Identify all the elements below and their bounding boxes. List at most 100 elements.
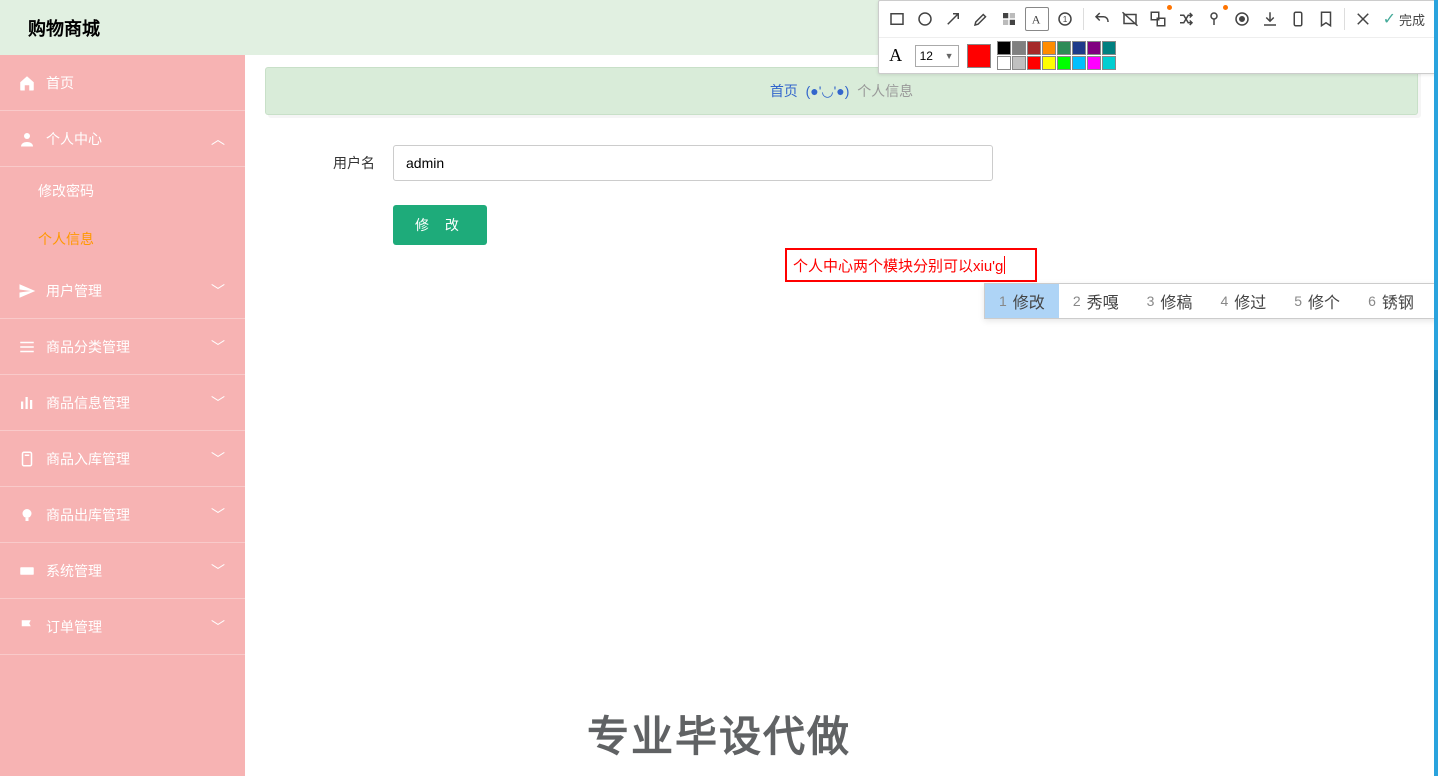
color-swatch[interactable] (1087, 41, 1101, 55)
color-swatch[interactable] (1012, 41, 1026, 55)
ime-candidate-4[interactable]: 4修过 (1206, 284, 1280, 318)
sidebar-item-system[interactable]: 系统管理 ﹀ (0, 543, 245, 599)
sidebar-subitem-label: 个人信息 (38, 229, 94, 249)
color-swatch[interactable] (1027, 41, 1041, 55)
rect-tool-icon[interactable] (885, 7, 909, 31)
screenshot-tool-icon[interactable] (1118, 7, 1142, 31)
form-actions: 修 改 (305, 205, 1418, 245)
chevron-up-icon: ︿ (211, 129, 225, 149)
send-icon (18, 282, 36, 300)
sidebar-item-stock-out[interactable]: 商品出库管理 ﹀ (0, 487, 245, 543)
chevron-down-icon: ﹀ (211, 505, 225, 525)
bulb-icon (18, 506, 36, 524)
text-tool-icon[interactable]: A (1025, 7, 1049, 31)
font-indicator-icon: A (885, 45, 907, 66)
sidebar-subitem-password[interactable]: 修改密码 (0, 167, 245, 215)
done-button[interactable]: ✓完成 (1377, 9, 1431, 29)
username-input[interactable] (393, 145, 993, 181)
chevron-down-icon: ﹀ (211, 281, 225, 301)
color-swatch[interactable] (997, 56, 1011, 70)
sidebar-item-label: 商品入库管理 (46, 449, 130, 469)
color-swatch[interactable] (1072, 41, 1086, 55)
translate-tool-icon[interactable] (1146, 7, 1170, 31)
sidebar-item-label: 首页 (46, 73, 74, 93)
pen-tool-icon[interactable] (969, 7, 993, 31)
color-swatch[interactable] (1012, 56, 1026, 70)
toolbar-row-tools: A 1 ✓完成 (879, 1, 1435, 37)
toolbar-row-style: A 12▼ (879, 37, 1435, 73)
sidebar-subitem-profile[interactable]: 个人信息 (0, 215, 245, 263)
breadcrumb-home-link[interactable]: 首页 (●'◡'●) (770, 83, 850, 99)
username-label: 用户名 (305, 153, 375, 173)
mosaic-tool-icon[interactable] (997, 7, 1021, 31)
sidebar-item-label: 商品分类管理 (46, 337, 130, 357)
download-icon[interactable] (1258, 7, 1282, 31)
sidebar-item-label: 订单管理 (46, 617, 102, 637)
shuffle-tool-icon[interactable] (1174, 7, 1198, 31)
color-swatch[interactable] (1072, 56, 1086, 70)
svg-text:1: 1 (1062, 15, 1067, 24)
main-content: 首页 (●'◡'●) 个人信息 用户名 修 改 个人中心两个模块分别可以xiu'… (245, 55, 1438, 776)
sidebar-item-label: 系统管理 (46, 561, 102, 581)
breadcrumb: 首页 (●'◡'●) 个人信息 (265, 67, 1418, 115)
undo-icon[interactable] (1090, 7, 1114, 31)
form-row-username: 用户名 (305, 145, 1418, 181)
sidebar-item-home[interactable]: 首页 (0, 55, 245, 111)
breadcrumb-current: 个人信息 (857, 83, 913, 99)
color-swatch[interactable] (1042, 41, 1056, 55)
chevron-down-icon: ﹀ (211, 617, 225, 637)
close-icon[interactable] (1351, 7, 1375, 31)
ime-candidate-3[interactable]: 3修稿 (1133, 284, 1207, 318)
sidebar-item-stock-in[interactable]: 商品入库管理 ﹀ (0, 431, 245, 487)
ime-candidate-5[interactable]: 5修个 (1280, 284, 1354, 318)
sidebar-item-personal[interactable]: 个人中心 ︿ (0, 111, 245, 167)
ime-candidate-1[interactable]: 1修改 (985, 284, 1059, 318)
check-icon: ✓ (1383, 9, 1396, 29)
svg-text:A: A (1031, 13, 1040, 27)
color-swatch[interactable] (1057, 56, 1071, 70)
sidebar-subitem-label: 修改密码 (38, 181, 94, 201)
sidebar-item-users[interactable]: 用户管理 ﹀ (0, 263, 245, 319)
bookmark-icon[interactable] (1314, 7, 1338, 31)
submit-button[interactable]: 修 改 (393, 205, 487, 245)
color-swatch[interactable] (997, 41, 1011, 55)
color-swatch[interactable] (1042, 56, 1056, 70)
annotation-text-box[interactable]: 个人中心两个模块分别可以xiu'g (785, 248, 1037, 282)
chevron-down-icon: ﹀ (211, 337, 225, 357)
sidebar: 首页 个人中心 ︿ 修改密码 个人信息 用户管理 ﹀ 商品分类管理 ﹀ 商品信息… (0, 55, 245, 776)
color-swatch[interactable] (1087, 56, 1101, 70)
form-area: 用户名 修 改 (265, 145, 1418, 245)
home-icon (18, 74, 36, 92)
chevron-down-icon: ﹀ (211, 449, 225, 469)
chevron-down-icon: ﹀ (211, 561, 225, 581)
ime-candidate-2[interactable]: 2秀嘎 (1059, 284, 1133, 318)
device-icon[interactable] (1286, 7, 1310, 31)
sidebar-item-product-info[interactable]: 商品信息管理 ﹀ (0, 375, 245, 431)
pin-tool-icon[interactable] (1202, 7, 1226, 31)
arrow-tool-icon[interactable] (941, 7, 965, 31)
toolbar-separator (1344, 8, 1345, 30)
text-caret (1004, 256, 1005, 274)
sidebar-item-label: 商品信息管理 (46, 393, 130, 413)
counter-tool-icon[interactable]: 1 (1053, 7, 1077, 31)
color-swatch[interactable] (1057, 41, 1071, 55)
sidebar-item-orders[interactable]: 订单管理 ﹀ (0, 599, 245, 655)
font-size-select[interactable]: 12▼ (915, 45, 959, 67)
annotation-toolbar: A 1 ✓完成 A 12▼ (878, 0, 1436, 74)
ime-candidate-6[interactable]: 6锈钢 (1354, 284, 1428, 318)
current-color-swatch[interactable] (967, 44, 991, 68)
dropdown-arrow-icon: ▼ (945, 51, 954, 61)
color-swatch[interactable] (1102, 41, 1116, 55)
sidebar-item-label: 用户管理 (46, 281, 102, 301)
sidebar-item-category[interactable]: 商品分类管理 ﹀ (0, 319, 245, 375)
chevron-down-icon: ﹀ (211, 393, 225, 413)
color-swatch[interactable] (1027, 56, 1041, 70)
sidebar-item-label: 个人中心 (46, 129, 102, 149)
ime-candidate-bar: 1修改 2秀嘎 3修稿 4修过 5修个 6锈钢 7秀姑 ‹ › ☺ (984, 283, 1438, 319)
annotation-text: 个人中心两个模块分别可以xiu'g (793, 255, 1003, 276)
user-icon (18, 130, 36, 148)
circle-tool-icon[interactable] (913, 7, 937, 31)
inbox-icon (18, 450, 36, 468)
color-swatch[interactable] (1102, 56, 1116, 70)
record-tool-icon[interactable] (1230, 7, 1254, 31)
